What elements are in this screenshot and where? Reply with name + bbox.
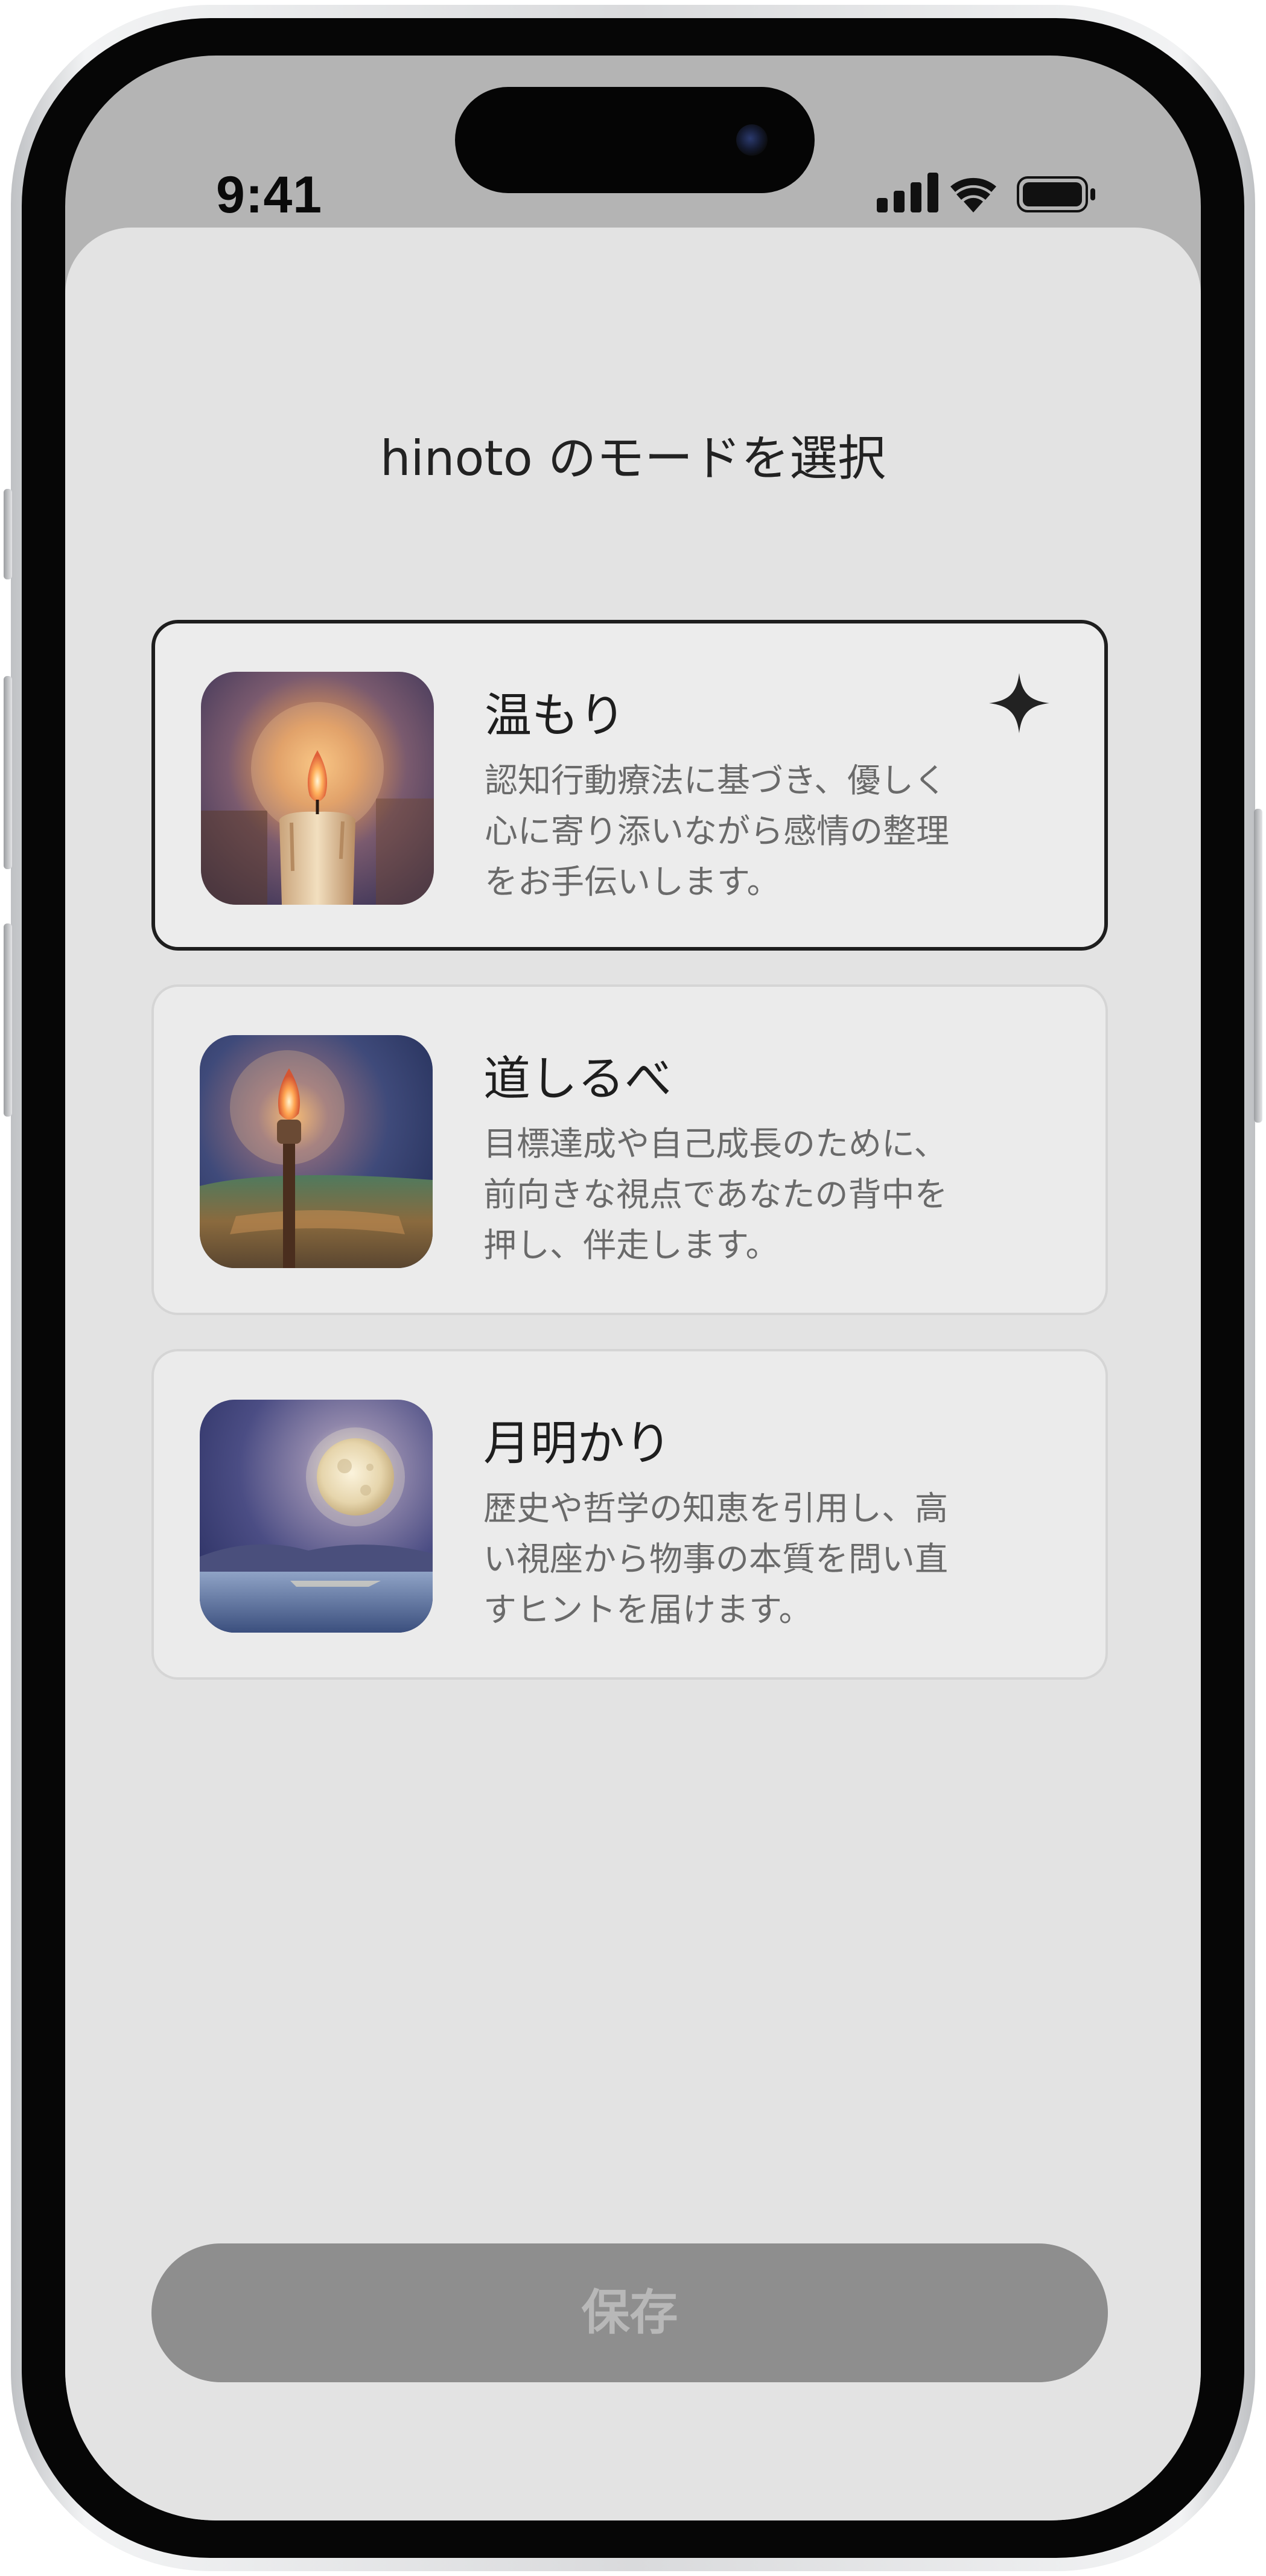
mode-description: 目標達成や自己成長のために、 前向きな視点であなたの背中を 押し、伴走します。 [483,1124,948,1264]
mode-name: 道しるべ [483,1052,672,1106]
torch-image [200,1035,433,1268]
volume-down-button [4,923,12,1117]
mode-description: 認知行動療法に基づき、優しく 心に寄り添いながら感情の整理 をお手伝いします。 [485,761,950,901]
volume-up-button [4,676,12,869]
status-icons [877,168,1130,216]
mode-selection-sheet: hinoto のモードを選択 温もり 認知行動療法に基づき、優しく 心に寄り添い… [65,228,1201,2520]
mode-name: 月明かり [483,1417,672,1471]
status-time: 9:41 [216,166,323,224]
sparkle-icon [988,672,1051,737]
cellular-signal-icon [877,173,938,212]
sheet-title: hinoto のモードを選択 [380,430,886,486]
action-button [4,489,12,579]
mode-card-michishirube[interactable]: 道しるべ 目標達成や自己成長のために、 前向きな視点であなたの背中を 押し、伴走… [151,984,1108,1315]
camera-icon [736,124,768,156]
dynamic-island [455,87,815,193]
battery-icon [1017,176,1095,212]
power-button [1254,809,1262,1123]
candle-image [201,672,434,905]
save-button[interactable]: 保存 [151,2243,1108,2382]
full-moon-image [200,1400,433,1633]
wifi-icon [950,177,996,212]
mode-description: 歴史や哲学の知恵を引用し、高 い視座から物事の本質を問い直 すヒントを届けます。 [483,1489,949,1629]
screen: 9:41 hinoto のモードを選択 温もり 認知行動療法に基づき、優しく 心… [65,56,1201,2520]
mode-name: 温もり [485,689,626,743]
mode-card-tsukiakari[interactable]: 月明かり 歴史や哲学の知恵を引用し、高 い視座から物事の本質を問い直 すヒントを… [151,1349,1108,1680]
mode-card-nukumori[interactable]: 温もり 認知行動療法に基づき、優しく 心に寄り添いながら感情の整理 をお手伝いし… [151,620,1108,951]
